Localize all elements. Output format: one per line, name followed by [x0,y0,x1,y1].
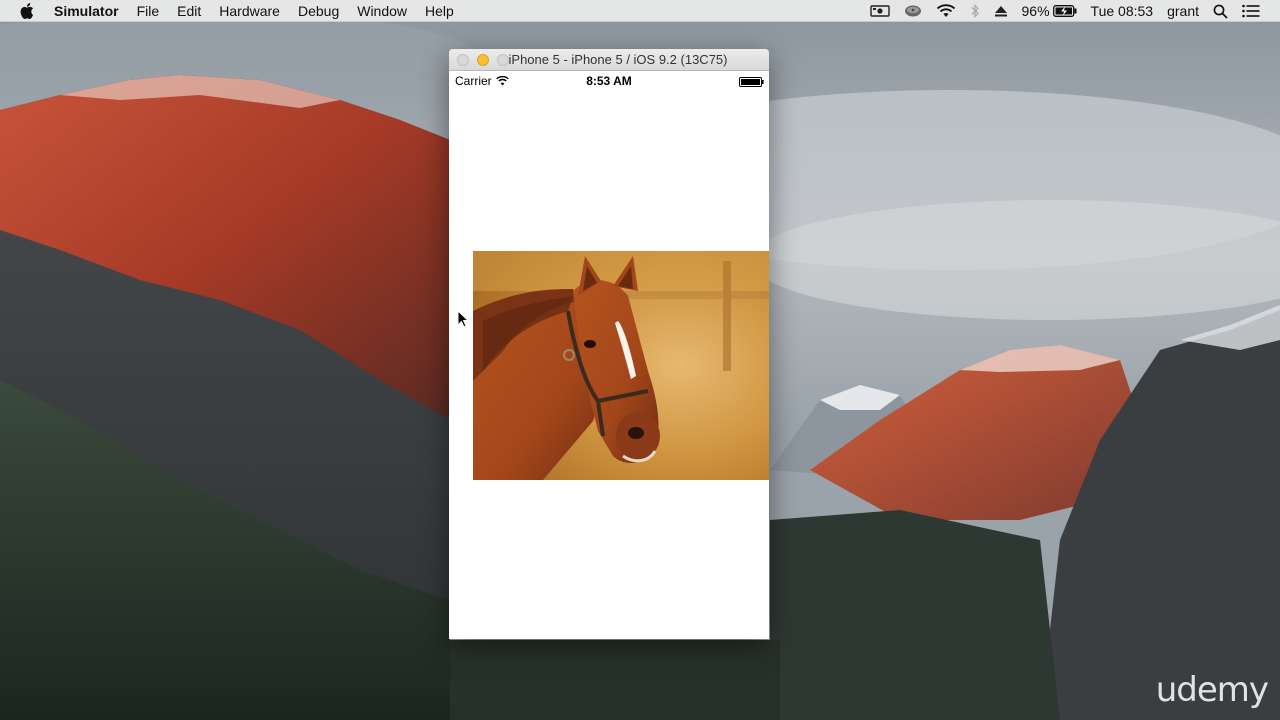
ios-status-bar: Carrier 8:53 AM [449,71,769,91]
menu-hardware[interactable]: Hardware [210,0,289,22]
menu-bar: Simulator File Edit Hardware Debug Windo… [0,0,1280,22]
menu-window[interactable]: Window [348,0,416,22]
battery-charging-icon[interactable] [1052,0,1084,22]
menu-app-name[interactable]: Simulator [54,0,128,22]
battery-percent[interactable]: 96% [1015,0,1053,22]
menu-debug[interactable]: Debug [289,0,348,22]
ios-clock: 8:53 AM [586,74,632,88]
wifi-icon[interactable] [929,0,963,22]
menu-help[interactable]: Help [416,0,463,22]
apple-menu-icon[interactable] [20,2,36,19]
window-title-bar[interactable]: iPhone 5 - iPhone 5 / iOS 9.2 (13C75) [449,49,769,71]
ios-battery-icon [739,76,764,90]
window-minimize-button[interactable] [477,54,489,66]
user-name[interactable]: grant [1160,0,1206,22]
mouse-cursor-icon [457,310,469,328]
window-zoom-button[interactable] [497,54,509,66]
menu-edit[interactable]: Edit [168,0,210,22]
horse-photo-image [473,251,769,480]
simulator-window[interactable]: iPhone 5 - iPhone 5 / iOS 9.2 (13C75) Ca… [449,49,769,639]
menu-file[interactable]: File [128,0,169,22]
disk-icon[interactable] [897,0,929,22]
spotlight-search-icon[interactable] [1206,0,1235,22]
screen-recording-icon[interactable] [863,0,897,22]
notification-center-icon[interactable] [1235,0,1280,22]
menubar-clock[interactable]: Tue 08:53 [1084,0,1161,22]
desktop: Simulator File Edit Hardware Debug Windo… [0,0,1280,720]
bluetooth-icon[interactable] [963,0,987,22]
eject-icon[interactable] [987,0,1015,22]
window-title: iPhone 5 - iPhone 5 / iOS 9.2 (13C75) [508,52,728,67]
udemy-watermark: udemy [1155,670,1269,710]
device-screen[interactable]: Carrier 8:53 AM [449,71,769,639]
window-close-button[interactable] [457,54,469,66]
